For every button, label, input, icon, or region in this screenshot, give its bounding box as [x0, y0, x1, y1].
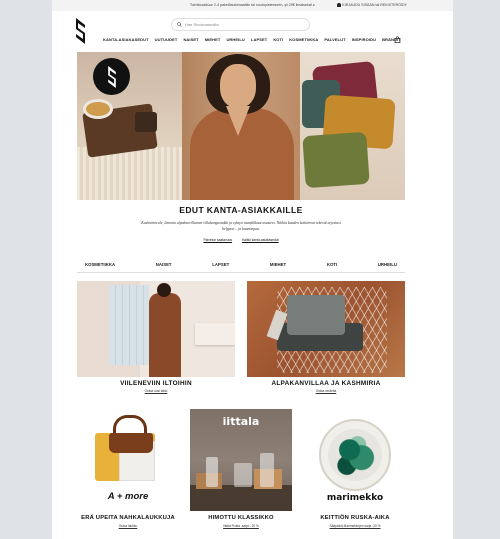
brand-title-bags[interactable]: ERÄ UPEITA NAHKALAUKKUJA	[77, 515, 179, 521]
category-koti[interactable]: KOTI	[319, 262, 345, 267]
brand-image-aplusmore[interactable]: A + more	[77, 409, 179, 511]
nav-item-naiset[interactable]: NAISET	[183, 37, 198, 42]
category-lapset[interactable]: LAPSET	[204, 262, 237, 267]
brand-link-marimekko[interactable]: Sääpäivä Marimekkojen sarja -20 %	[304, 524, 406, 528]
stockmann-badge-icon	[93, 58, 130, 95]
category-divider	[77, 272, 405, 273]
hero-title: EDUT KANTA-ASIAKKAILLE	[179, 205, 303, 215]
feature-link-coats[interactable]: Ostoa uusi takki	[77, 389, 235, 393]
feature-image-coat[interactable]	[77, 281, 235, 377]
nav-item-miehet[interactable]: MIEHET	[205, 37, 221, 42]
category-miehet[interactable]: MIEHET	[262, 262, 294, 267]
main-navigation: KANTA-ASIAKASEDUT UUTUUDET NAISET MIEHET…	[103, 37, 401, 42]
brand-title-marimekko[interactable]: KEITTIÖN RUSKA-AIKA	[304, 515, 406, 521]
nav-item-palvelut[interactable]: PALVELUT	[324, 37, 345, 42]
brand-image-marimekko[interactable]: marimekko	[304, 409, 406, 511]
hero-banner[interactable]	[77, 52, 405, 200]
brand-title-iittala[interactable]: HIMOTTU KLASSIKKO	[190, 515, 292, 521]
nav-item-koti[interactable]: KOTI	[273, 37, 283, 42]
user-icon	[337, 3, 341, 7]
feature-title-knitwear[interactable]: ALPAKANVILLAA JA KASHMIRIA	[247, 380, 405, 387]
search-input[interactable]: Hae Stockmannilta	[171, 18, 310, 31]
shopping-bag-icon[interactable]	[394, 36, 401, 43]
brand-image-iittala[interactable]: iittala	[190, 409, 292, 511]
nav-item-kanta-asiakasedut[interactable]: KANTA-ASIAKASEDUT	[103, 37, 149, 42]
category-urheilu[interactable]: URHEILU	[370, 262, 405, 267]
iittala-wordmark: iittala	[222, 415, 260, 428]
nav-item-lapset[interactable]: LAPSET	[251, 37, 267, 42]
feature-image-knitwear[interactable]	[247, 281, 405, 377]
marimekko-wordmark: marimekko	[326, 493, 384, 503]
service-availability-link[interactable]: Palvelun saatavuus	[203, 238, 232, 242]
nav-item-uutuudet[interactable]: UUTUUDET	[155, 37, 178, 42]
nav-item-kosmetiikka[interactable]: KOSMETIIKKA	[289, 37, 318, 42]
hero-image-cushions	[300, 52, 405, 200]
hero-image-woman-sweater	[182, 52, 300, 200]
nav-item-inspiroidu[interactable]: INSPIROIDU	[352, 37, 376, 42]
search-placeholder: Hae Stockmannilta	[185, 22, 219, 27]
login-link[interactable]: KIRJAUDU SISÄÄN tai REKISTERÖIDY	[337, 3, 407, 7]
stockmann-page: Toimitusaikuur 2-4 pakettiautomaattiin t…	[52, 0, 453, 539]
feature-link-knitwear[interactable]: Ostoa neuleita	[247, 389, 405, 393]
hero-text: Kashmirneule, lämmin alpakanvillainen vi…	[141, 221, 341, 231]
stockmann-logo-icon[interactable]	[75, 18, 86, 44]
category-links: KOSMETIIKKA NAISET LAPSET MIEHET KOTI UR…	[77, 262, 405, 267]
aplusmore-wordmark: A + more	[107, 491, 149, 502]
brand-link-bags[interactable]: Ostoa laukku	[77, 524, 179, 528]
category-kosmetiikka[interactable]: KOSMETIIKKA	[77, 262, 123, 267]
nav-item-urheilu[interactable]: URHEILU	[226, 37, 244, 42]
loyalty-benefits-section: EDUT KANTA-ASIAKKAILLE Kashmirneule, läm…	[77, 203, 405, 242]
feature-title-coats[interactable]: VIILENEVIIN ILTOIHIN	[77, 380, 235, 387]
login-label: KIRJAUDU SISÄÄN tai REKISTERÖIDY	[342, 3, 407, 7]
brand-link-iittala[interactable]: Iittala Frutta -sarja - 20 %	[190, 524, 292, 528]
category-naiset[interactable]: NAISET	[148, 262, 180, 267]
top-info-bar: Toimitusaikuur 2-4 pakettiautomaattiin t…	[52, 0, 453, 11]
search-icon	[177, 22, 182, 27]
all-benefits-link[interactable]: Kaikki kanta-asiakasedut	[242, 238, 278, 242]
